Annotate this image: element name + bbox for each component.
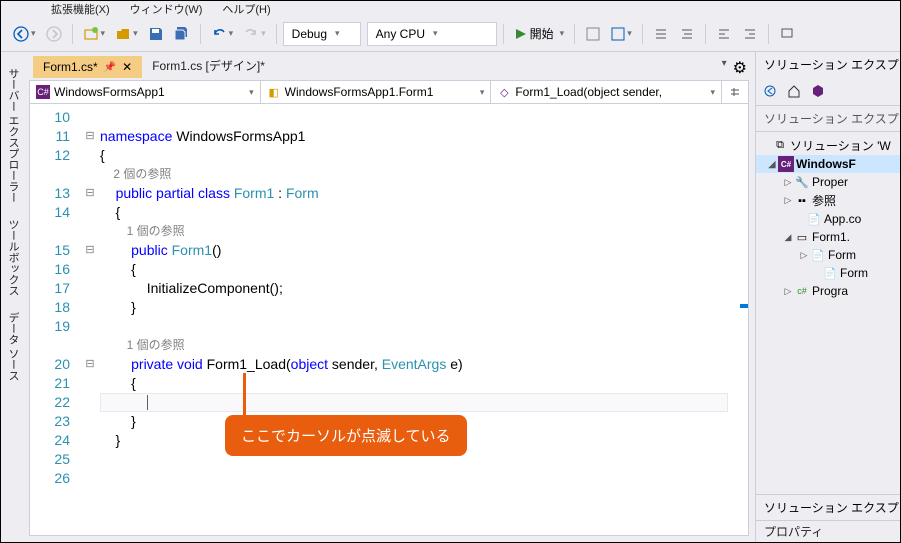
- menu-item[interactable]: ウィンドウ(W): [130, 1, 203, 16]
- side-tab-strip: サーバー エクスプローラー ツールボックス データ ソース: [1, 52, 23, 542]
- pin-icon[interactable]: 📌: [104, 62, 116, 73]
- code-editor[interactable]: 101112 1314 1516171819 20212223242526 ⊟ …: [29, 104, 749, 536]
- tree-properties[interactable]: ▷🔧Proper: [756, 173, 900, 191]
- home-icon[interactable]: [784, 81, 804, 101]
- tab-dropdown-icon[interactable]: ▾: [722, 58, 727, 78]
- nav-project[interactable]: C# WindowsFormsApp1▾: [30, 81, 261, 103]
- tree-refs[interactable]: ▷▪▪参照: [756, 191, 900, 210]
- toolbox-tab[interactable]: ツールボックス: [1, 211, 23, 304]
- code-area[interactable]: namespace WindowsFormsApp1 { 2 個の参照 publ…: [100, 104, 748, 535]
- tree-form1[interactable]: ◢▭Form1.: [756, 228, 900, 246]
- tree-form1-d[interactable]: 📄Form: [756, 264, 900, 282]
- config-combo[interactable]: Debug▾: [283, 22, 361, 46]
- fold-gutter[interactable]: ⊟ ⊟ ⊟ ⊟: [80, 104, 100, 535]
- tree-program[interactable]: ▷c#Progra: [756, 282, 900, 300]
- code-nav-bar: C# WindowsFormsApp1▾ ◧ WindowsFormsApp1.…: [29, 80, 749, 104]
- nav-split-icon[interactable]: [722, 81, 748, 103]
- comment-icon[interactable]: [775, 22, 799, 46]
- annotation-callout: ここでカーソルが点滅している: [225, 415, 467, 456]
- vs-icon[interactable]: [808, 81, 828, 101]
- indent-icon[interactable]: [649, 22, 673, 46]
- data-sources-tab[interactable]: データ ソース: [1, 304, 23, 389]
- main-toolbar: ▾ ▾ ▾ ▾ ▾ Debug▾ Any CPU▾ 開始 ▾ ▾: [1, 16, 900, 52]
- open-button[interactable]: ▾: [111, 24, 142, 44]
- solution-explorer: ソリューション エクスプ ソリューション エクスプ ⧉ソリューション 'W ◢C…: [755, 52, 900, 542]
- start-button[interactable]: 開始 ▾: [510, 23, 569, 44]
- tree-project[interactable]: ◢C#WindowsF: [756, 155, 900, 173]
- solution-toolbar: [756, 77, 900, 106]
- new-project-button[interactable]: ▾: [79, 24, 110, 44]
- tool-icon-2[interactable]: ▾: [607, 25, 636, 43]
- platform-combo[interactable]: Any CPU▾: [367, 22, 497, 46]
- tab-form1-cs[interactable]: Form1.cs* 📌 ✕: [33, 56, 142, 78]
- properties-title: プロパティ: [756, 520, 900, 542]
- align-icon-2[interactable]: [738, 22, 762, 46]
- align-icon-1[interactable]: [712, 22, 736, 46]
- menu-item[interactable]: 拡張機能(X): [51, 1, 110, 16]
- solution-search[interactable]: ソリューション エクスプ: [756, 106, 900, 132]
- undo-button[interactable]: ▾: [207, 24, 238, 44]
- tool-icon-1[interactable]: [581, 22, 605, 46]
- home-icon[interactable]: [760, 81, 780, 101]
- solution-tree[interactable]: ⧉ソリューション 'W ◢C#WindowsF ▷🔧Proper ▷▪▪参照 📄…: [756, 132, 900, 494]
- scroll-marker: [740, 304, 748, 308]
- forward-button[interactable]: [42, 22, 66, 46]
- gear-icon[interactable]: ⚙: [733, 58, 747, 78]
- save-button[interactable]: [144, 22, 168, 46]
- server-explorer-tab[interactable]: サーバー エクスプローラー: [1, 60, 23, 211]
- redo-button[interactable]: ▾: [239, 24, 270, 44]
- nav-class[interactable]: ◧ WindowsFormsApp1.Form1▾: [261, 81, 492, 103]
- line-gutter: 101112 1314 1516171819 20212223242526: [30, 104, 80, 535]
- tree-appconfig[interactable]: 📄App.co: [756, 210, 900, 228]
- tree-solution[interactable]: ⧉ソリューション 'W: [756, 136, 900, 155]
- tree-form1-cs[interactable]: ▷📄Form: [756, 246, 900, 264]
- solution-footer-tab[interactable]: ソリューション エクスプ: [756, 494, 900, 520]
- menu-bar: 拡張機能(X) ウィンドウ(W) ヘルプ(H): [1, 1, 900, 16]
- menu-item[interactable]: ヘルプ(H): [222, 1, 270, 16]
- text-cursor: [147, 395, 148, 410]
- nav-member[interactable]: ◇ Form1_Load(object sender,▾: [491, 81, 722, 103]
- solution-explorer-title: ソリューション エクスプ: [756, 52, 900, 77]
- tab-form1-design[interactable]: Form1.cs [デザイン]*: [142, 53, 275, 78]
- back-button[interactable]: ▾: [9, 24, 40, 44]
- save-all-button[interactable]: [170, 22, 194, 46]
- close-icon[interactable]: ✕: [122, 60, 132, 74]
- outdent-icon[interactable]: [675, 22, 699, 46]
- document-tabs: Form1.cs* 📌 ✕ Form1.cs [デザイン]* ▾ ⚙: [23, 52, 755, 78]
